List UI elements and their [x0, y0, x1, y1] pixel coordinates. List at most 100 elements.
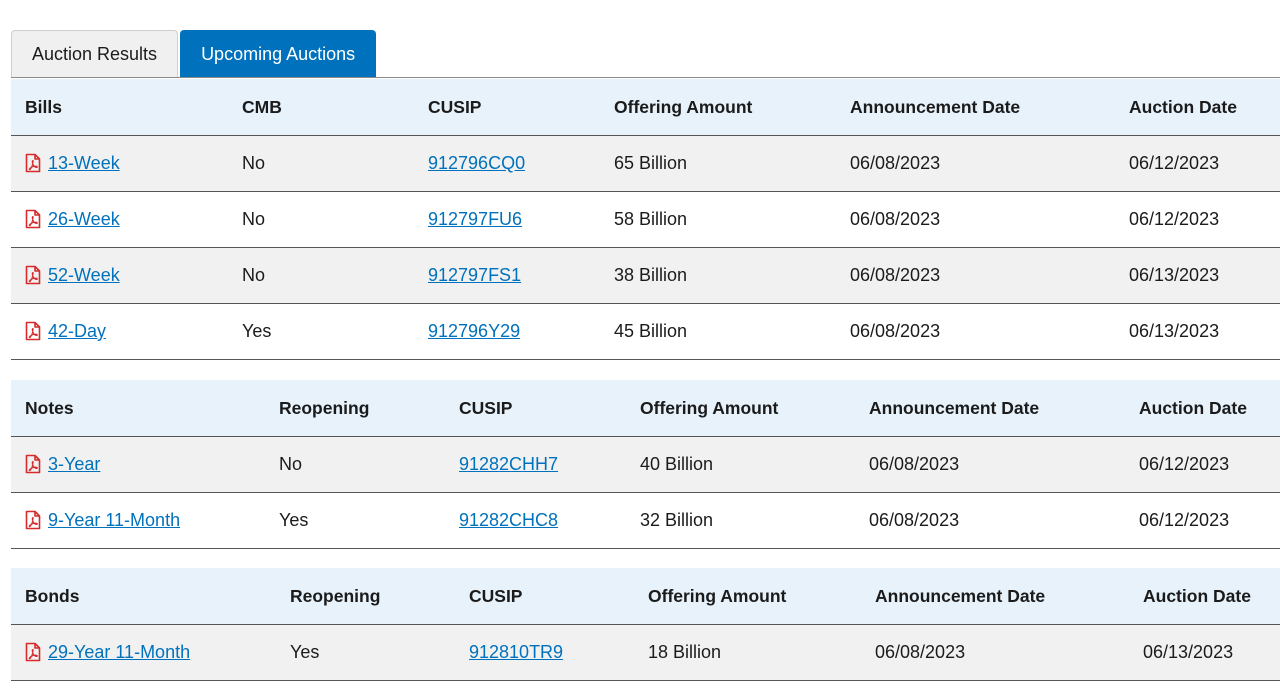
table-row: 13-Week No 912796CQ0 65 Billion 06/08/2023 06…	[11, 135, 1280, 192]
offering-amount-cell: 38 Billion	[600, 247, 836, 304]
notes-table: Notes Reopening CUSIP Offering Amount Announ…	[11, 380, 1280, 549]
security-label: 29-Year 11-Month	[48, 642, 191, 662]
pdf-icon	[25, 454, 41, 474]
notes-body: 3-Year No 91282CHH7 40 Billion 06/08/2023 06/…	[11, 436, 1280, 549]
auction-date-cell: 06/12/2023	[1125, 436, 1280, 493]
bills-col-header-flag: CMB	[228, 79, 414, 136]
cusip-link[interactable]: 912810TR9	[469, 642, 563, 662]
cmb-cell: No	[228, 191, 414, 248]
cusip-link[interactable]: 912797FS1	[428, 265, 521, 285]
security-cell: 42-Day	[11, 303, 228, 360]
security-pdf-link[interactable]: 29-Year 11-Month	[25, 642, 190, 662]
reopening-cell: Yes	[265, 492, 445, 549]
cusip-link[interactable]: 912796Y29	[428, 321, 520, 341]
pdf-icon	[25, 265, 41, 285]
bonds-col-header-announcement-date: Announcement Date	[861, 568, 1129, 625]
notes-col-header-flag: Reopening	[265, 380, 445, 437]
cusip-cell: 912796Y29	[414, 303, 600, 360]
bills-col-header-announcement-date: Announcement Date	[836, 79, 1115, 136]
security-pdf-link[interactable]: 26-Week	[25, 209, 120, 229]
bills-body: 13-Week No 912796CQ0 65 Billion 06/08/2023 06…	[11, 135, 1280, 360]
table-row: 9-Year 11-Month Yes 91282CHC8 32 Billion 06/…	[11, 492, 1280, 549]
notes-col-header-cusip: CUSIP	[445, 380, 626, 437]
auction-tabs: Auction Results Upcoming Auctions	[11, 30, 378, 78]
table-row: 29-Year 11-Month Yes 912810TR9 18 Billion 06…	[11, 624, 1280, 681]
security-label: 52-Week	[48, 265, 120, 285]
notes-col-header-offering-amount: Offering Amount	[626, 380, 855, 437]
announcement-date-cell: 06/08/2023	[855, 436, 1125, 493]
offering-amount-cell: 58 Billion	[600, 191, 836, 248]
security-label: 26-Week	[48, 209, 120, 229]
table-row: 3-Year No 91282CHH7 40 Billion 06/08/2023 06/…	[11, 436, 1280, 493]
table-row: 42-Day Yes 912796Y29 45 Billion 06/08/2023 06…	[11, 303, 1280, 360]
cusip-link[interactable]: 912796CQ0	[428, 153, 525, 173]
bonds-col-header-security: Bonds	[11, 568, 276, 625]
tab-upcoming-auctions[interactable]: Upcoming Auctions	[180, 30, 377, 78]
tab-auction-results[interactable]: Auction Results	[11, 30, 179, 77]
auction-date-cell: 06/13/2023	[1115, 303, 1280, 360]
bonds-col-header-offering-amount: Offering Amount	[634, 568, 861, 625]
bonds-col-header-cusip: CUSIP	[455, 568, 634, 625]
announcement-date-cell: 06/08/2023	[836, 135, 1115, 192]
cmb-cell: No	[228, 135, 414, 192]
announcement-date-cell: 06/08/2023	[855, 492, 1125, 549]
auction-date-cell: 06/13/2023	[1115, 247, 1280, 304]
bills-col-header-auction-date: Auction Date	[1115, 79, 1280, 136]
cusip-cell: 912810TR9	[455, 624, 634, 681]
security-label: 13-Week	[48, 153, 120, 173]
cusip-cell: 91282CHH7	[445, 436, 626, 493]
cmb-cell: Yes	[228, 303, 414, 360]
tab-divider	[11, 77, 1280, 78]
bills-header-row: Bills CMB CUSIP Offering Amount Announcement…	[11, 79, 1280, 136]
table-row: 52-Week No 912797FS1 38 Billion 06/08/2023 06…	[11, 247, 1280, 304]
security-pdf-link[interactable]: 3-Year	[25, 454, 100, 474]
bonds-col-header-flag: Reopening	[276, 568, 455, 625]
bills-col-header-security: Bills	[11, 79, 228, 136]
security-pdf-link[interactable]: 13-Week	[25, 153, 120, 173]
offering-amount-cell: 45 Billion	[600, 303, 836, 360]
pdf-icon	[25, 321, 41, 341]
pdf-icon	[25, 209, 41, 229]
offering-amount-cell: 40 Billion	[626, 436, 855, 493]
cusip-link[interactable]: 912797FU6	[428, 209, 522, 229]
security-cell: 29-Year 11-Month	[11, 624, 276, 681]
security-label: 9-Year 11-Month	[48, 510, 181, 530]
security-pdf-link[interactable]: 9-Year 11-Month	[25, 510, 180, 530]
cusip-cell: 91282CHC8	[445, 492, 626, 549]
cusip-link[interactable]: 91282CHH7	[459, 454, 558, 474]
security-cell: 3-Year	[11, 436, 265, 493]
notes-col-header-auction-date: Auction Date	[1125, 380, 1280, 437]
offering-amount-cell: 32 Billion	[626, 492, 855, 549]
offering-amount-cell: 18 Billion	[634, 624, 861, 681]
notes-col-header-announcement-date: Announcement Date	[855, 380, 1125, 437]
announcement-date-cell: 06/08/2023	[836, 303, 1115, 360]
bonds-col-header-auction-date: Auction Date	[1129, 568, 1280, 625]
bills-table: Bills CMB CUSIP Offering Amount Announcement…	[11, 79, 1280, 360]
security-pdf-link[interactable]: 52-Week	[25, 265, 120, 285]
bonds-table: Bonds Reopening CUSIP Offering Amount Announ…	[11, 568, 1280, 681]
bills-col-header-offering-amount: Offering Amount	[600, 79, 836, 136]
reopening-cell: No	[265, 436, 445, 493]
notes-col-header-security: Notes	[11, 380, 265, 437]
announcement-date-cell: 06/08/2023	[836, 247, 1115, 304]
security-label: 42-Day	[48, 321, 107, 341]
security-label: 3-Year	[48, 454, 101, 474]
security-cell: 9-Year 11-Month	[11, 492, 265, 549]
pdf-icon	[25, 642, 41, 662]
notes-header-row: Notes Reopening CUSIP Offering Amount Announ…	[11, 380, 1280, 437]
auction-date-cell: 06/12/2023	[1115, 191, 1280, 248]
security-cell: 13-Week	[11, 135, 228, 192]
reopening-cell: Yes	[276, 624, 455, 681]
table-row: 26-Week No 912797FU6 58 Billion 06/08/2023 06…	[11, 191, 1280, 248]
security-pdf-link[interactable]: 42-Day	[25, 321, 106, 341]
announcement-date-cell: 06/08/2023	[836, 191, 1115, 248]
cusip-cell: 912797FS1	[414, 247, 600, 304]
announcement-date-cell: 06/08/2023	[861, 624, 1129, 681]
security-cell: 26-Week	[11, 191, 228, 248]
security-cell: 52-Week	[11, 247, 228, 304]
cusip-link[interactable]: 91282CHC8	[459, 510, 558, 530]
bonds-body: 29-Year 11-Month Yes 912810TR9 18 Billion 06…	[11, 624, 1280, 681]
pdf-icon	[25, 510, 41, 530]
auction-date-cell: 06/12/2023	[1115, 135, 1280, 192]
bills-col-header-cusip: CUSIP	[414, 79, 600, 136]
